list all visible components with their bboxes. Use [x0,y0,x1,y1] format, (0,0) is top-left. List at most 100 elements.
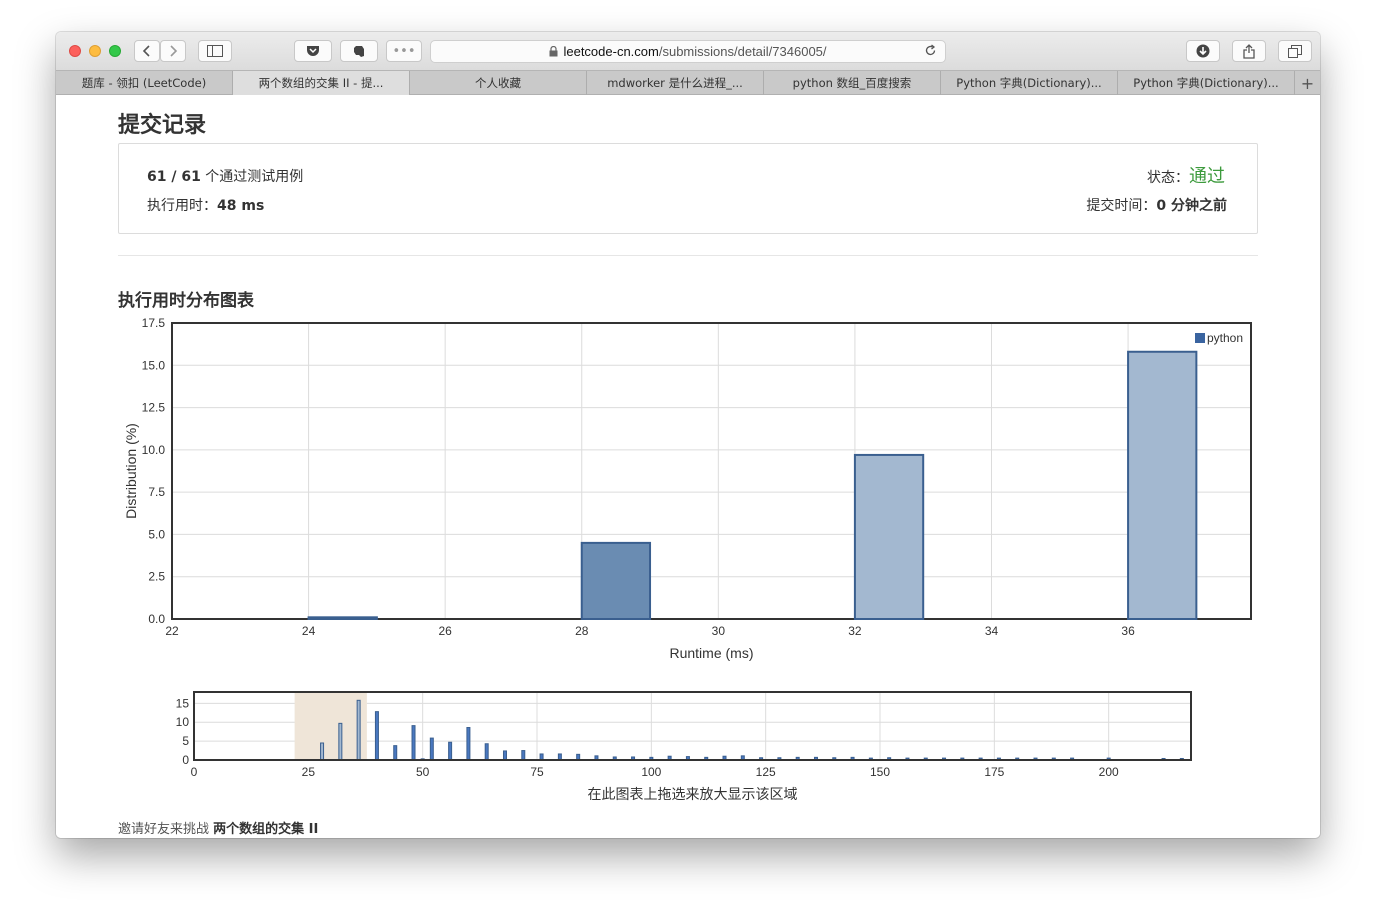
tab-label: Python 字典(Dictionary)... [956,76,1102,90]
forward-button[interactable] [160,40,186,62]
distribution-bar [853,453,925,620]
runtime-distribution-charts: 0.0 2.5 5.0 7.5 10.0 12.5 15.0 17.5 22 24 26 28 30 32… [123,316,1252,802]
plus-icon: + [1300,73,1315,93]
zoom-window-button[interactable] [109,45,121,57]
lock-icon [549,46,558,57]
distribution-bar [307,616,378,621]
navigator-x-tick-label: 25 [302,765,316,779]
back-button[interactable] [134,40,160,62]
plot-frame [171,322,1252,620]
tab-bar: 题库 - 领扣 (LeetCode) 两个数组的交集 II - 提... 个人收… [56,70,1320,95]
tab-leetcode-problems[interactable]: 题库 - 领扣 (LeetCode) [56,71,233,95]
navigator-x-tick-label: 125 [756,765,776,779]
chevron-right-icon [170,45,178,57]
tab-python-array[interactable]: python 数组_百度搜索 [764,71,941,95]
navigator-bar [448,741,453,761]
page-content: 提交记录 61 / 61 个通过测试用例 执行用时：48 ms 状态：通过 提交… [56,95,1320,838]
elephant-icon [354,45,364,57]
y-axis-label: Distribution (%) [123,423,139,519]
y-tick-label: 2.5 [148,570,165,584]
tab-label: 两个数组的交集 II - 提... [258,76,384,90]
address-bar[interactable]: leetcode-cn.com/submissions/detail/73460… [430,40,946,63]
x-tick-label: 26 [438,624,452,638]
navigator-y-tick-label: 5 [182,734,189,748]
browser-toolbar: ••• leetcode-cn.com/submissions/detail/7… [56,32,1320,70]
tabs-icon [1288,44,1302,58]
y-tick-label: 0.0 [148,612,165,626]
navigator-caption: 在此图表上拖选来放大显示该区域 [588,786,798,802]
navigator-x-tick-label: 175 [984,765,1004,779]
sidebar-icon [207,45,223,57]
navigator-y-tick-label: 15 [176,696,190,710]
tab-mdworker[interactable]: mdworker 是什么进程_... [587,71,764,95]
navigator-bar [393,745,398,761]
navigator-bar [320,742,325,761]
legend-swatch [1195,333,1205,343]
downloads-button[interactable] [1186,40,1220,62]
tab-favorites[interactable]: 个人收藏 [410,71,587,95]
navigator-bar [484,743,489,761]
navigator-bar [429,737,434,761]
evernote-button[interactable] [340,40,378,62]
y-tick-label: 10.0 [142,443,166,457]
x-axis-label: Runtime (ms) [669,645,753,661]
navigator-bar [466,727,471,761]
y-tick-label: 5.0 [148,527,165,541]
tab-submission-detail[interactable]: 两个数组的交集 II - 提... [233,71,410,95]
navigator-x-tick-label: 0 [191,765,198,779]
navigator-y-tick-label: 10 [176,715,190,729]
y-tick-label: 7.5 [148,485,165,499]
tab-label: python 数组_百度搜索 [792,76,912,90]
share-icon [1243,43,1255,59]
tab-label: 个人收藏 [475,76,521,90]
navigator-bar [411,725,416,761]
navigator-x-tick-label: 150 [870,765,890,779]
x-tick-label: 24 [302,624,316,638]
reload-icon[interactable] [924,44,937,60]
x-tick-label: 28 [575,624,589,638]
navigator-x-tick-label: 50 [416,765,430,779]
invite-problem-link[interactable]: 两个数组的交集 II [213,822,318,837]
navigator-bar [356,699,361,761]
browser-window: ••• leetcode-cn.com/submissions/detail/7… [56,32,1320,838]
share-button[interactable] [1232,40,1266,62]
legend-label: python [1207,331,1243,345]
y-tick-label: 12.5 [142,401,166,415]
y-tick-label: 17.5 [142,316,166,330]
new-tab-button[interactable]: + [1295,71,1320,95]
navigator-bar [502,750,507,761]
navigator-selection[interactable] [294,692,367,760]
x-tick-label: 34 [985,624,999,638]
invite-challenge: 邀请好友来挑战 两个数组的交集 II [118,818,318,837]
sidebar-button[interactable] [198,40,232,62]
tab-label: Python 字典(Dictionary)... [1133,76,1279,90]
tab-label: 题库 - 领扣 (LeetCode) [81,76,207,90]
extension-button[interactable]: ••• [386,40,422,62]
tab-overview-button[interactable] [1278,40,1312,62]
navigator-bar [338,722,343,761]
navigator-x-tick-label: 200 [1099,765,1119,779]
pocket-button[interactable] [294,40,332,62]
distribution-bar [580,541,652,620]
url-host: leetcode-cn.com [563,44,659,59]
download-icon [1196,44,1210,58]
navigator-y-tick-label: 0 [182,753,189,767]
distribution-bar [1127,350,1198,620]
tab-python-dict-1[interactable]: Python 字典(Dictionary)... [941,71,1118,95]
ellipsis-icon: ••• [392,43,416,59]
navigator-x-tick-label: 75 [530,765,544,779]
invite-text: 邀请好友来挑战 [118,822,210,837]
close-window-button[interactable] [69,45,81,57]
pocket-icon [307,46,319,56]
y-tick-label: 15.0 [142,358,166,372]
chevron-left-icon [142,45,150,57]
x-tick-label: 32 [848,624,862,638]
x-tick-label: 30 [712,624,726,638]
tab-python-dict-2[interactable]: Python 字典(Dictionary)... [1118,71,1295,95]
url-path: /submissions/detail/7346005/ [658,44,827,59]
minimize-window-button[interactable] [89,45,101,57]
x-tick-label: 22 [165,624,179,638]
navigator-bar [521,750,526,761]
tab-label: mdworker 是什么进程_... [607,76,743,90]
x-tick-label: 36 [1121,624,1135,638]
